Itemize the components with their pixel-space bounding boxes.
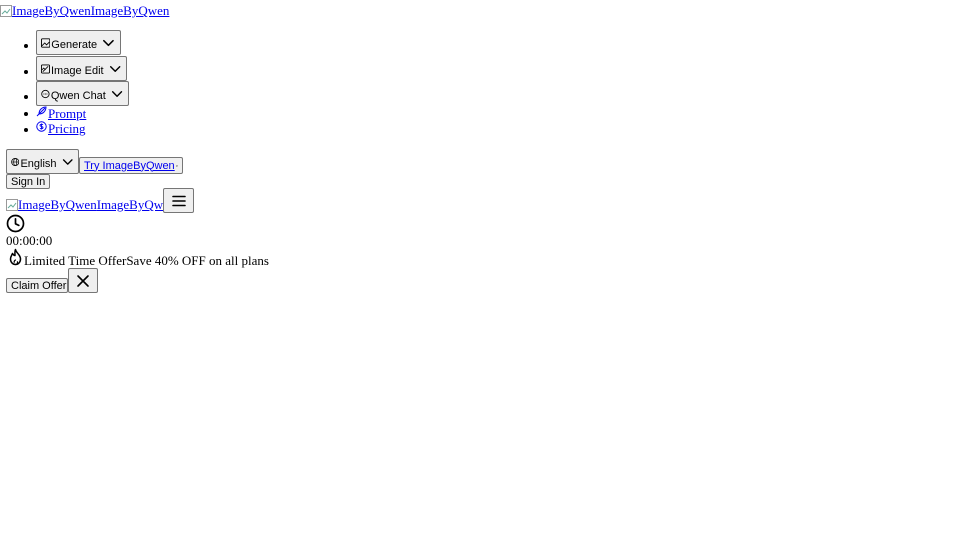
close-offer-button[interactable] bbox=[68, 268, 98, 293]
countdown-timer: 00:00:00 bbox=[6, 233, 53, 248]
clock-icon bbox=[6, 214, 25, 233]
claim-offer-button[interactable]: Claim Offer bbox=[6, 278, 68, 293]
broken-image-icon bbox=[6, 199, 18, 211]
qwen-chat-dropdown-button[interactable]: Qwen Chat bbox=[36, 81, 129, 106]
qwen-chat-label: Qwen Chat bbox=[50, 89, 106, 102]
image-edit-icon bbox=[41, 64, 50, 73]
close-icon bbox=[77, 274, 89, 287]
offer-text: Limited Time OfferSave 40% OFF on all pl… bbox=[24, 253, 269, 269]
broken-image-icon bbox=[0, 5, 12, 17]
flame-icon bbox=[9, 248, 22, 266]
hamburger-menu-icon bbox=[171, 195, 186, 206]
generate-dropdown-button[interactable]: Generate bbox=[36, 30, 121, 55]
mobile-logo-link[interactable]: ImageByQwenImageByQwen bbox=[6, 197, 175, 213]
sign-in-button[interactable]: Sign In bbox=[6, 174, 50, 189]
image-icon bbox=[41, 37, 51, 48]
nav-link-pricing[interactable]: Pricing bbox=[36, 121, 86, 137]
dollar-circle-icon bbox=[36, 121, 47, 132]
prompt-label: Prompt bbox=[48, 106, 87, 121]
logo-text: ImageByQwen bbox=[90, 3, 170, 18]
pricing-label: Pricing bbox=[48, 121, 86, 136]
globe-icon bbox=[11, 157, 20, 166]
chevron-down-icon bbox=[109, 65, 121, 72]
logo-alt-text: ImageByQwen bbox=[12, 3, 91, 18]
chevron-down-icon bbox=[111, 90, 123, 97]
chevron-down-icon bbox=[62, 158, 73, 165]
try-imagebyqwen-button[interactable]: Try ImageByQwen bbox=[79, 157, 183, 174]
list-bullet bbox=[24, 44, 28, 48]
try-imagebyqwen-link[interactable]: Try ImageByQwen bbox=[84, 160, 175, 172]
chat-bubble-icon bbox=[41, 89, 50, 98]
list-bullet bbox=[24, 95, 28, 99]
menu-button[interactable] bbox=[163, 188, 194, 213]
claim-offer-label: Claim Offer bbox=[11, 279, 67, 292]
list-bullet bbox=[24, 128, 28, 132]
language-dropdown-button[interactable]: English bbox=[6, 149, 79, 174]
generate-label: Generate bbox=[51, 38, 98, 51]
logo-link[interactable]: ImageByQwenImageByQwen bbox=[0, 3, 169, 19]
language-label: English bbox=[20, 157, 57, 170]
image-edit-dropdown-button[interactable]: Image Edit bbox=[36, 56, 127, 81]
offer-subtitle: Save 40% OFF on all plans bbox=[126, 253, 269, 268]
sparkles-icon bbox=[175, 164, 178, 167]
list-bullet bbox=[24, 112, 28, 116]
feather-pen-icon bbox=[36, 106, 47, 117]
mobile-logo-alt-text: ImageByQwen bbox=[18, 197, 97, 212]
offer-title: Limited Time Offer bbox=[24, 253, 127, 268]
image-edit-label: Image Edit bbox=[51, 64, 104, 77]
list-bullet bbox=[24, 70, 28, 74]
nav-link-prompt[interactable]: Prompt bbox=[36, 106, 86, 122]
chevron-down-icon bbox=[103, 39, 114, 46]
sign-in-label: Sign In bbox=[11, 175, 46, 188]
